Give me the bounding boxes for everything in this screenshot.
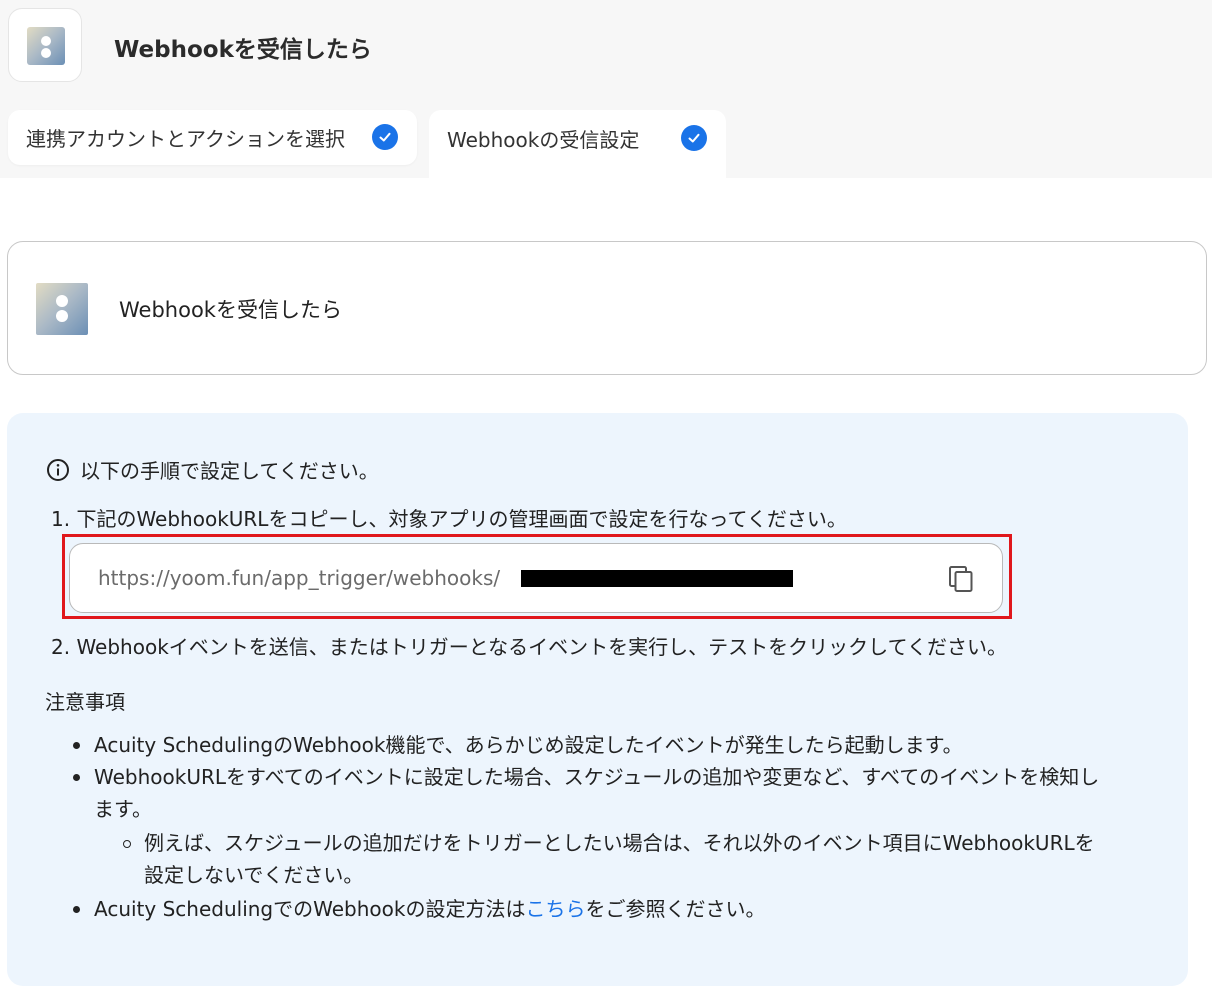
tab-webhook-settings-label: Webhookの受信設定 (447, 128, 640, 152)
webhook-logo-icon (27, 27, 65, 65)
note-item: Acuity SchedulingのWebhook機能で、あらかじめ設定したイベ… (73, 729, 1154, 761)
note-item: Acuity SchedulingでのWebhookの設定方法はこちらをご参照く… (73, 893, 1154, 925)
hollow-bullet-icon (123, 840, 131, 848)
check-circle-icon (372, 124, 398, 150)
instruction-heading: 以下の手順で設定してください。 (46, 455, 379, 484)
note-item-continued: ます。 (94, 797, 152, 821)
copy-icon[interactable] (946, 564, 976, 594)
webhook-url-text: https://yoom.fun/app_trigger/webhooks/ (98, 566, 501, 590)
notes-title: 注意事項 (45, 690, 125, 714)
top-area: Webhookを受信したら 連携アカウントとアクションを選択 Webhookの受… (0, 0, 1212, 178)
note-subitem: 例えば、スケジュールの追加だけをトリガーとしたい場合は、それ以外のイベント項目に… (123, 827, 1164, 859)
trigger-title: Webhookを受信したら (119, 298, 342, 322)
page-title: Webhookを受信したら (114, 37, 372, 63)
tab-webhook-settings[interactable]: Webhookの受信設定 (429, 110, 726, 178)
tab-account-action-label: 連携アカウントとアクションを選択 (26, 127, 345, 151)
note-item-text-suffix: をご参照ください。 (585, 897, 766, 921)
note-item-text: WebhookURLをすべてのイベントに設定した場合、スケジュールの追加や変更な… (94, 765, 1100, 789)
instruction-panel: 以下の手順で設定してください。 1. 下記のWebhookURLをコピーし、対象… (7, 413, 1188, 986)
check-circle-icon (681, 125, 707, 151)
info-icon (47, 458, 69, 481)
webhook-app-icon (8, 8, 82, 82)
note-item-text: Acuity SchedulingでのWebhookの設定方法は (94, 897, 526, 921)
instruction-heading-text: 以下の手順で設定してください。 (80, 459, 379, 483)
webhook-logo-icon (36, 283, 88, 335)
note-subitem-text: 例えば、スケジュールの追加だけをトリガーとしたい場合は、それ以外のイベント項目に… (144, 831, 1095, 855)
note-item: WebhookURLをすべてのイベントに設定した場合、スケジュールの追加や変更な… (73, 761, 1154, 793)
step-1-text: 1. 下記のWebhookURLをコピーし、対象アプリの管理画面で設定を行なって… (51, 507, 847, 531)
bullet-icon (73, 742, 80, 749)
trigger-card[interactable]: Webhookを受信したら (7, 241, 1207, 375)
tab-account-action[interactable]: 連携アカウントとアクションを選択 (8, 110, 417, 165)
note-item-text: Acuity SchedulingのWebhook機能で、あらかじめ設定したイベ… (94, 733, 963, 757)
webhook-url-field[interactable]: https://yoom.fun/app_trigger/webhooks/ (69, 543, 1003, 613)
help-link[interactable]: こちら (525, 897, 585, 921)
bullet-icon (73, 774, 80, 781)
redacted-url-token (521, 570, 793, 587)
bullet-icon (73, 906, 80, 913)
step-2-text: 2. Webhookイベントを送信、またはトリガーとなるイベントを実行し、テスト… (51, 635, 1007, 659)
note-subitem-continued: 設定しないでください。 (144, 863, 364, 887)
